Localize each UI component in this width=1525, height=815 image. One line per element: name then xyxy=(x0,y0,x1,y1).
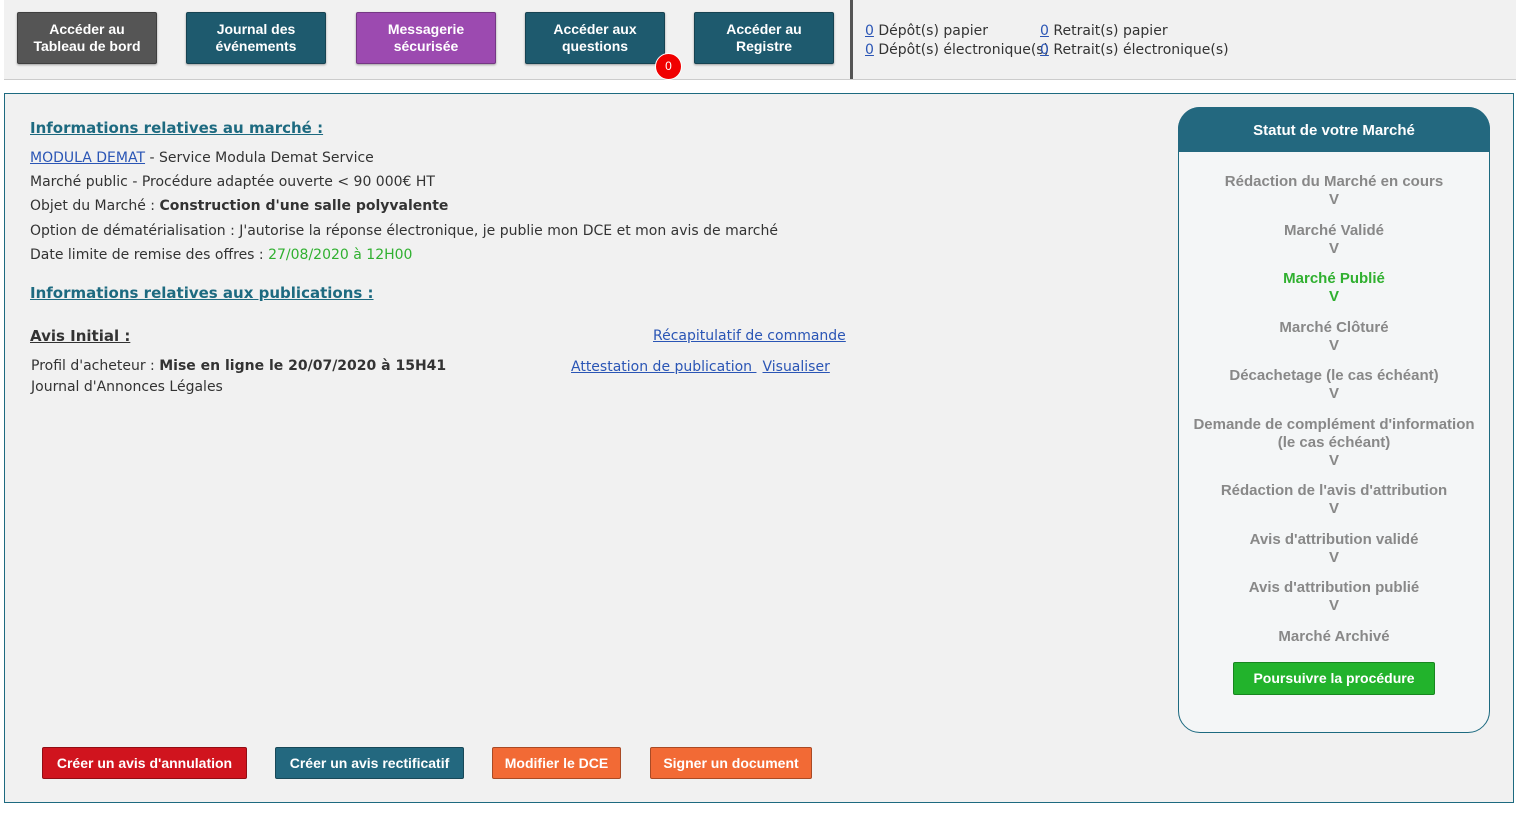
status-step-label: Rédaction de l'avis d'attribution xyxy=(1220,482,1448,499)
withdrawals-stats: 0 Retrait(s) papier 0 Retrait(s) électro… xyxy=(1040,22,1229,60)
status-step-mark: V xyxy=(1328,500,1339,517)
status-step-active: Marché Publié V xyxy=(1179,270,1489,306)
status-step: Marché Archivé xyxy=(1179,628,1489,646)
status-step-mark: V xyxy=(1328,240,1339,257)
status-step-label: Avis d'attribution validé xyxy=(1249,531,1419,548)
status-step-mark: V xyxy=(1328,452,1339,469)
deadline-line: Date limite de remise des offres : 27/08… xyxy=(30,247,412,263)
status-step-mark: V xyxy=(1328,288,1339,305)
status-step-mark: V xyxy=(1328,597,1339,614)
top-toolbar: Accéder au Tableau de bord Journal des é… xyxy=(4,0,1516,80)
market-object-label: Objet du Marché : xyxy=(30,198,160,214)
market-detail-panel: Informations relatives au marché : MODUL… xyxy=(4,93,1514,803)
status-step-label: Marché Publié xyxy=(1283,270,1385,287)
paper-withdrawals-count[interactable]: 0 xyxy=(1040,23,1049,39)
status-step: Marché Clôturé V xyxy=(1179,319,1489,355)
publication-links: Attestation de publication Visualiser xyxy=(571,359,830,375)
publication-certificate-link[interactable]: Attestation de publication xyxy=(571,359,756,375)
status-step-mark: V xyxy=(1328,191,1339,208)
status-step-label: Marché Archivé xyxy=(1278,628,1390,645)
market-info-title: Informations relatives au marché : xyxy=(30,119,324,137)
events-journal-button[interactable]: Journal des événements xyxy=(186,12,326,64)
status-step: Demande de complément d'information (le … xyxy=(1179,416,1489,470)
status-step: Rédaction du Marché en cours V xyxy=(1179,173,1489,209)
questions-count-badge: 0 xyxy=(655,53,682,80)
secure-messaging-button-label: Messagerie sécurisée xyxy=(387,21,465,54)
status-panel-title: Statut de votre Marché xyxy=(1178,107,1490,152)
edit-dce-button[interactable]: Modifier le DCE xyxy=(492,747,621,779)
initial-notice-title: Avis Initial : xyxy=(30,327,131,345)
buyer-line: MODULA DEMAT - Service Modula Demat Serv… xyxy=(30,150,374,166)
status-step-label: Décachetage (le cas échéant) xyxy=(1229,367,1439,384)
electronic-deposits-count[interactable]: 0 xyxy=(865,42,874,58)
publications-title: Informations relatives aux publications … xyxy=(30,284,374,302)
status-step: Rédaction de l'avis d'attribution V xyxy=(1179,482,1489,518)
status-step: Avis d'attribution validé V xyxy=(1179,531,1489,567)
status-step-mark: V xyxy=(1328,385,1339,402)
deadline-value: 27/08/2020 à 12H00 xyxy=(268,247,413,263)
procedure-type: Marché public - Procédure adaptée ouvert… xyxy=(30,174,435,190)
create-cancellation-notice-button[interactable]: Créer un avis d'annulation xyxy=(42,747,247,779)
toolbar-divider xyxy=(850,0,853,79)
dashboard-button[interactable]: Accéder au Tableau de bord xyxy=(17,12,157,64)
market-object-line: Objet du Marché : Construction d'une sal… xyxy=(30,198,448,214)
buyer-profile-value: Mise en ligne le 20/07/2020 à 15H41 xyxy=(159,358,447,374)
electronic-withdrawals-label: Retrait(s) électronique(s) xyxy=(1053,42,1229,58)
paper-deposits-count[interactable]: 0 xyxy=(865,23,874,39)
questions-button[interactable]: Accéder aux questions xyxy=(525,12,665,64)
questions-button-label: Accéder aux questions xyxy=(553,21,637,54)
status-step: Marché Validé V xyxy=(1179,222,1489,258)
status-step-mark: V xyxy=(1328,337,1339,354)
buyer-service: - Service Modula Demat Service xyxy=(145,150,374,166)
status-step-label: Demande de complément d'information (le … xyxy=(1193,416,1475,451)
order-summary-link[interactable]: Récapitulatif de commande xyxy=(653,328,846,344)
deposits-stats: 0 Dépôt(s) papier 0 Dépôt(s) électroniqu… xyxy=(865,22,1049,60)
secure-messaging-button[interactable]: Messagerie sécurisée xyxy=(356,12,496,64)
status-step: Avis d'attribution publié V xyxy=(1179,579,1489,615)
status-step-label: Marché Validé xyxy=(1283,222,1385,239)
market-object-value: Construction d'une salle polyvalente xyxy=(159,198,449,214)
status-step-label: Rédaction du Marché en cours xyxy=(1224,173,1444,190)
buyer-profile-line: Profil d'acheteur : Mise en ligne le 20/… xyxy=(31,358,446,374)
buyer-link[interactable]: MODULA DEMAT xyxy=(30,150,145,166)
continue-procedure-button[interactable]: Poursuivre la procédure xyxy=(1233,662,1435,695)
electronic-withdrawals-count[interactable]: 0 xyxy=(1040,42,1049,58)
deadline-label: Date limite de remise des offres : xyxy=(30,247,269,263)
buyer-profile-label: Profil d'acheteur : xyxy=(31,358,160,374)
status-step-mark: V xyxy=(1328,549,1339,566)
dashboard-button-label: Accéder au Tableau de bord xyxy=(33,21,141,54)
legal-journal: Journal d'Annonces Légales xyxy=(31,379,223,395)
status-step-label: Marché Clôturé xyxy=(1279,319,1389,336)
register-button-label: Accéder au Registre xyxy=(726,21,802,54)
sign-document-button[interactable]: Signer un document xyxy=(650,747,812,779)
dematerialisation-option: Option de dématérialisation : J'autorise… xyxy=(30,223,778,239)
paper-withdrawals-label: Retrait(s) papier xyxy=(1053,23,1168,39)
events-journal-button-label: Journal des événements xyxy=(215,21,297,54)
status-step: Décachetage (le cas échéant) V xyxy=(1179,367,1489,403)
market-status-panel: Statut de votre Marché Rédaction du Marc… xyxy=(1178,107,1490,733)
register-button[interactable]: Accéder au Registre xyxy=(694,12,834,64)
view-link[interactable]: Visualiser xyxy=(762,359,829,375)
status-step-label: Avis d'attribution publié xyxy=(1248,579,1420,596)
paper-deposits-label: Dépôt(s) papier xyxy=(878,23,988,39)
electronic-deposits-label: Dépôt(s) électronique(s) xyxy=(878,42,1050,58)
create-corrective-notice-button[interactable]: Créer un avis rectificatif xyxy=(275,747,464,779)
